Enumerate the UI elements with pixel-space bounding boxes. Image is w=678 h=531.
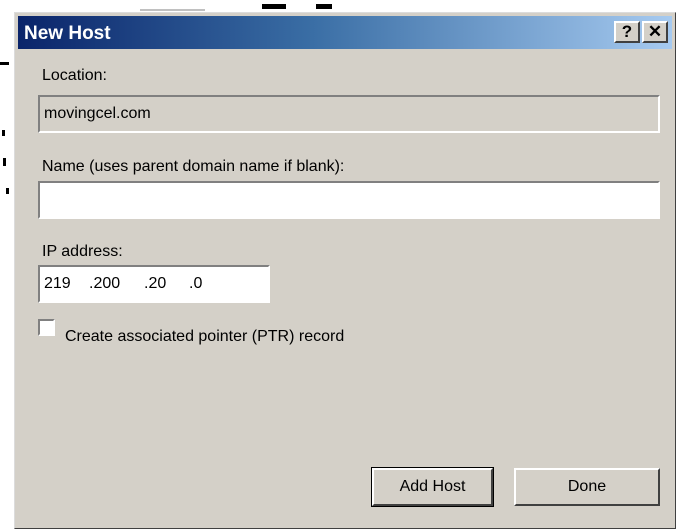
ip-address-label: IP address:	[42, 243, 123, 260]
name-input[interactable]	[38, 181, 660, 219]
ip-octet-4[interactable]: .0	[189, 267, 229, 301]
done-button[interactable]: Done	[514, 468, 660, 506]
close-icon: ✕	[647, 22, 663, 41]
location-field: movingcel.com	[38, 95, 660, 133]
title-bar: New Host ? ✕	[18, 16, 672, 49]
help-button[interactable]: ?	[614, 21, 640, 43]
location-label: Location:	[42, 67, 107, 84]
add-host-button[interactable]: Add Host	[371, 467, 494, 507]
ip-octet-3[interactable]: .20	[144, 267, 189, 301]
ip-address-input[interactable]: 219.200.20.0	[38, 265, 270, 303]
ip-octet-1[interactable]: 219	[44, 267, 89, 301]
ptr-record-label[interactable]: Create associated pointer (PTR) record	[65, 328, 344, 346]
dialog-title: New Host	[24, 23, 111, 44]
name-label: Name (uses parent domain name if blank):	[42, 158, 345, 175]
close-button[interactable]: ✕	[642, 21, 668, 43]
ip-octet-2[interactable]: .200	[89, 267, 144, 301]
ptr-record-checkbox[interactable]	[38, 319, 55, 336]
help-icon: ?	[621, 22, 633, 41]
